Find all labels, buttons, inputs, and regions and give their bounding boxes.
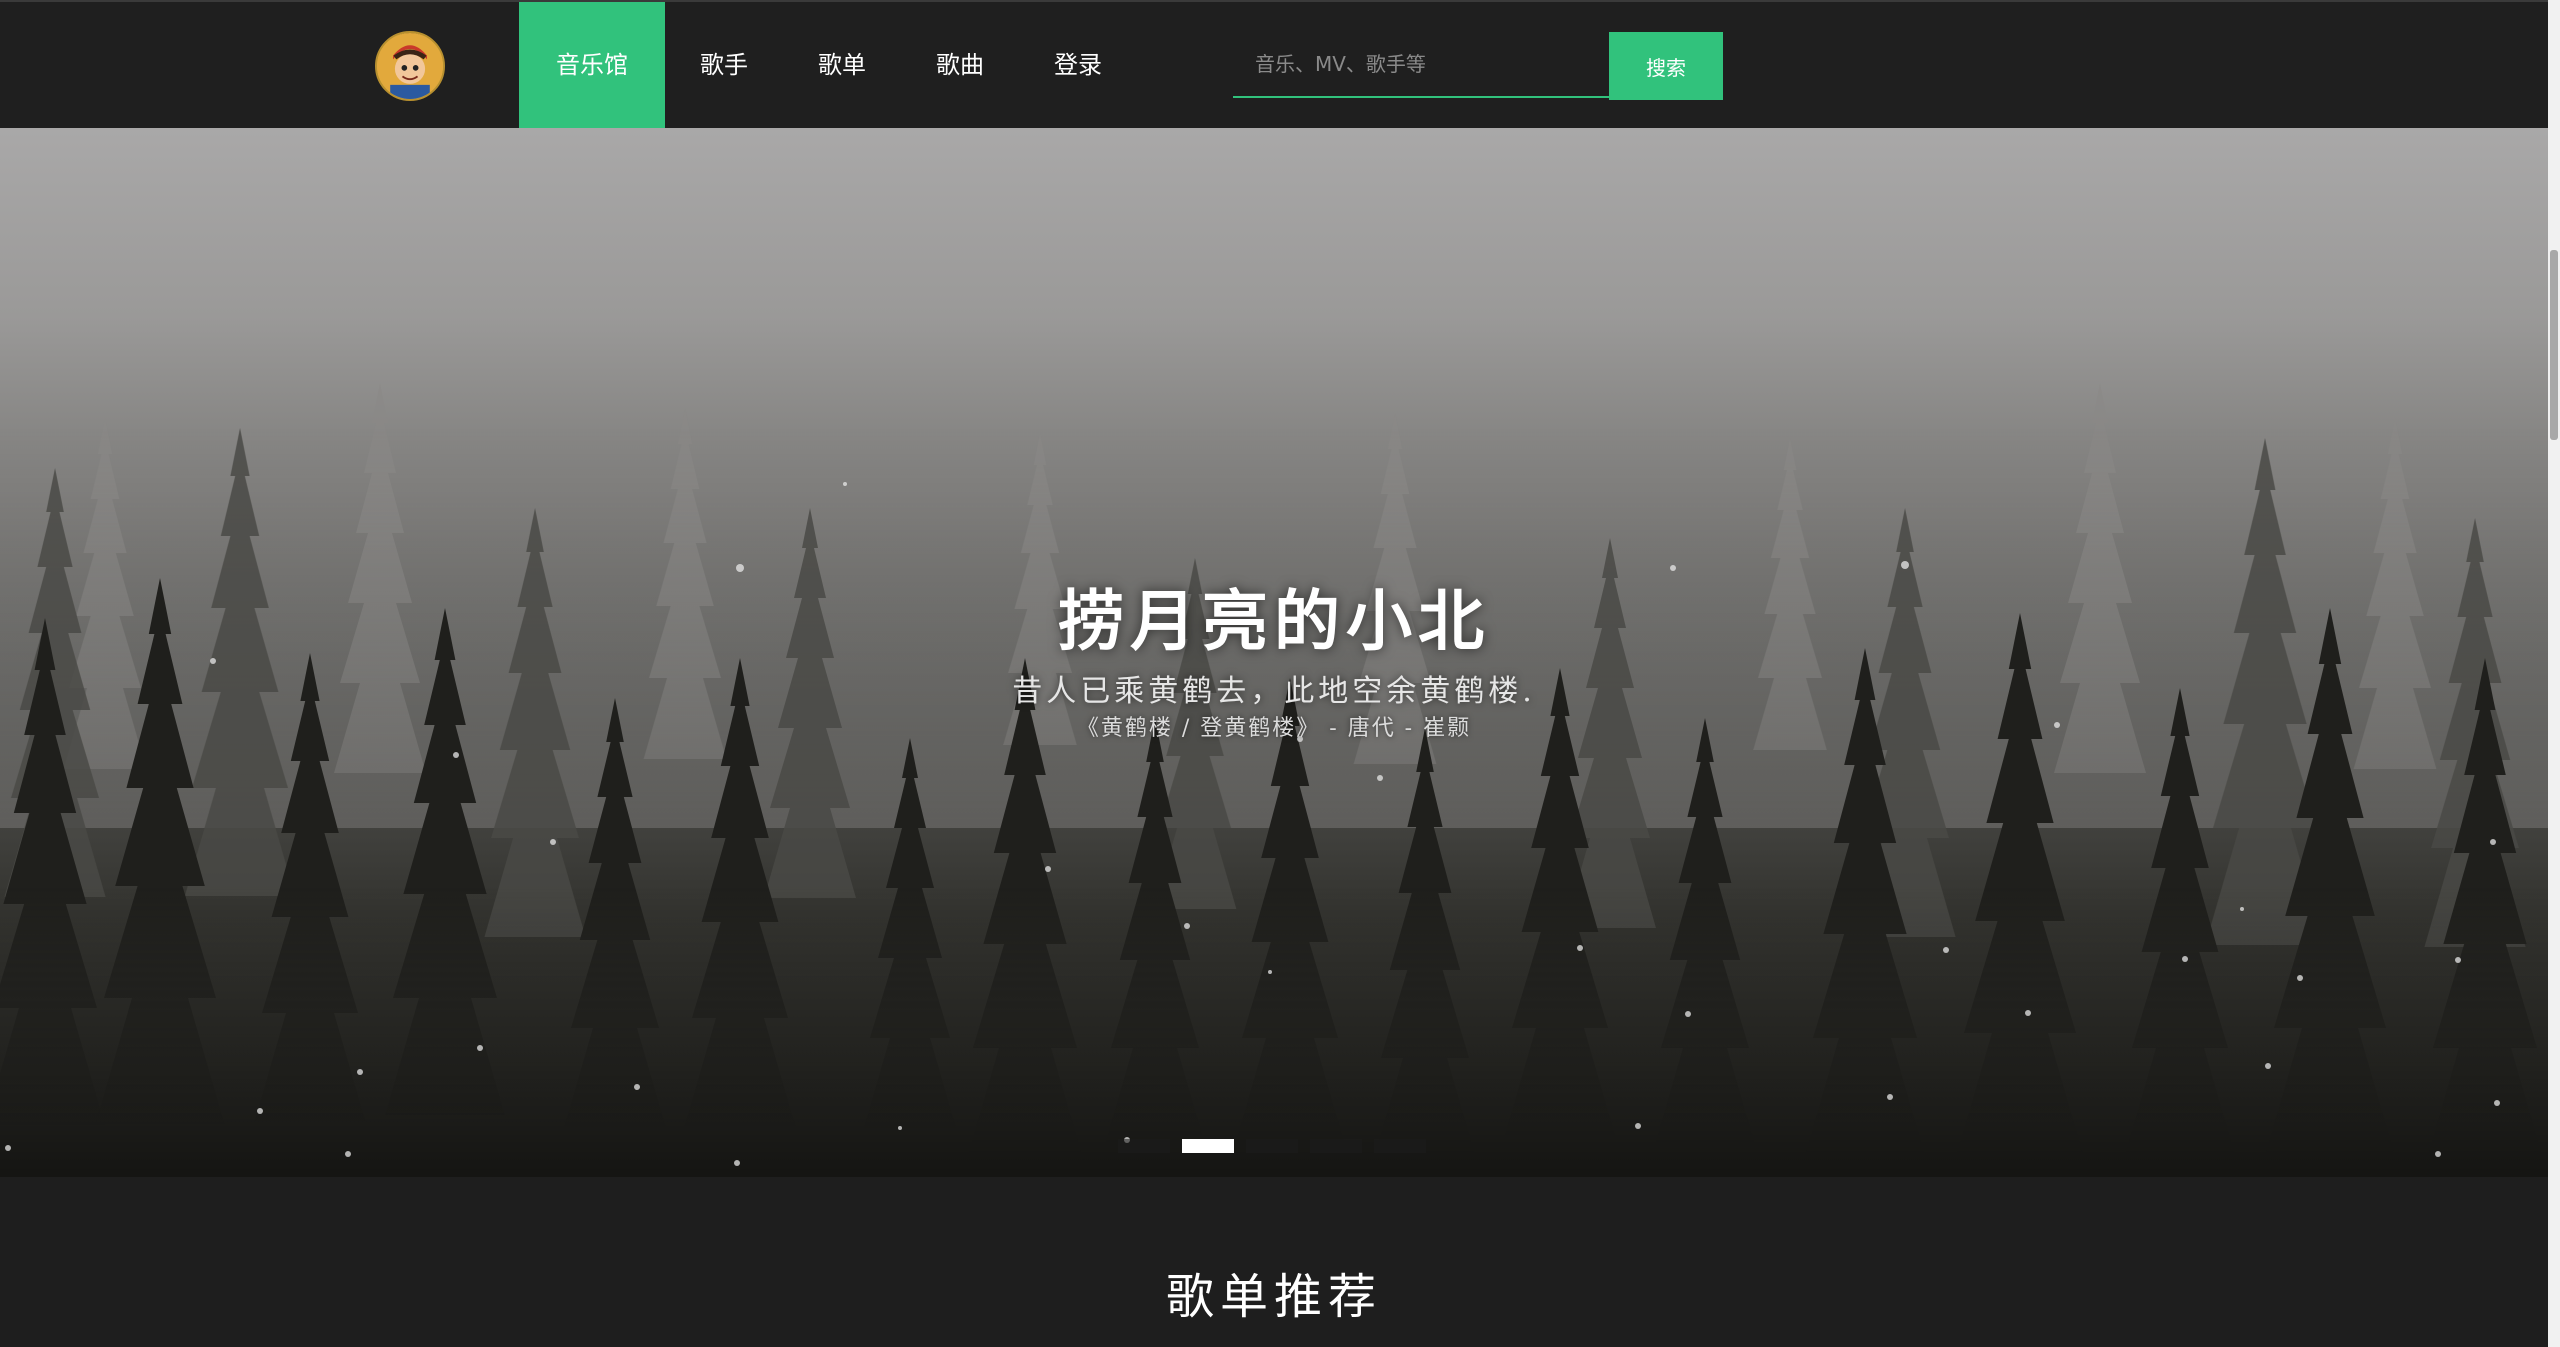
search-input[interactable] xyxy=(1233,32,1609,98)
nav-item-singers[interactable]: 歌手 xyxy=(665,2,783,128)
search-bar: 搜索 xyxy=(1233,32,1723,100)
avatar-logo[interactable] xyxy=(375,31,445,101)
main-nav: 音乐馆 歌手 歌单 歌曲 登录 xyxy=(519,2,1137,128)
carousel-dot[interactable] xyxy=(1118,1139,1170,1153)
carousel-dot[interactable] xyxy=(1310,1139,1362,1153)
playlist-recommend-section: 歌单推荐 xyxy=(0,1177,2548,1347)
search-button[interactable]: 搜索 xyxy=(1609,32,1723,100)
nav-item-login[interactable]: 登录 xyxy=(1019,2,1137,128)
nav-item-songs[interactable]: 歌曲 xyxy=(901,2,1019,128)
nav-item-music-hall[interactable]: 音乐馆 xyxy=(519,2,665,128)
top-header: 音乐馆 歌手 歌单 歌曲 登录 搜索 xyxy=(0,0,2548,128)
carousel-indicators xyxy=(1118,1139,1426,1153)
hero-banner: 捞月亮的小北 昔人已乘黄鹤去，此地空余黄鹤楼. 《黄鹤楼 / 登黄鹤楼》 - 唐… xyxy=(0,128,2548,1177)
page: 音乐馆 歌手 歌单 歌曲 登录 搜索 xyxy=(0,0,2560,1347)
hero-verse: 昔人已乘黄鹤去，此地空余黄鹤楼. xyxy=(1012,674,1536,709)
hero-title: 捞月亮的小北 xyxy=(1058,582,1490,660)
carousel-dot[interactable] xyxy=(1374,1139,1426,1153)
nav-item-playlists[interactable]: 歌单 xyxy=(783,2,901,128)
carousel-dot-active[interactable] xyxy=(1182,1139,1234,1153)
page-scrollbar[interactable] xyxy=(2548,0,2560,1347)
hero-source: 《黄鹤楼 / 登黄鹤楼》 - 唐代 - 崔颢 xyxy=(1076,716,1472,741)
scrollbar-thumb[interactable] xyxy=(2550,250,2558,440)
avatar-image-icon xyxy=(377,33,443,99)
section-title: 歌单推荐 xyxy=(1165,1269,1382,1325)
carousel-dot[interactable] xyxy=(1246,1139,1298,1153)
